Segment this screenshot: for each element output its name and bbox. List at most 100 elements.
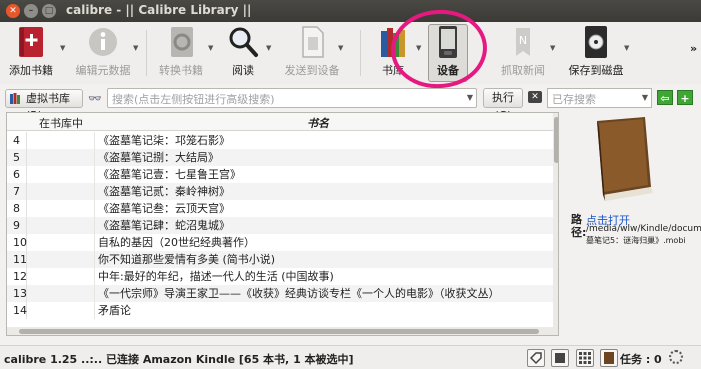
- maximize-window-button[interactable]: □: [42, 4, 56, 18]
- in-library-cell: [27, 251, 95, 268]
- in-library-cell: [27, 285, 95, 302]
- title-cell: 《盗墓笔记贰：秦岭神树》: [98, 185, 230, 198]
- row-number: 8: [7, 200, 27, 217]
- search-placeholder: 搜索(点击左侧按钮进行高级搜索): [112, 93, 275, 106]
- add-books-dropdown-icon[interactable]: ▼: [60, 44, 65, 52]
- title-bar: ✕ – □ calibre - || Calibre Library ||: [0, 0, 701, 22]
- clear-search-icon[interactable]: ✕: [528, 91, 542, 103]
- search-history-dropdown-icon[interactable]: ▼: [467, 93, 473, 102]
- table-row[interactable]: 12 中年:最好的年纪，描述一代人的生活 (中国故事): [7, 268, 553, 285]
- edit-metadata-label: 编辑元数据: [75, 64, 131, 77]
- in-library-cell: [27, 132, 95, 149]
- title-cell: 中年:最好的年纪，描述一代人的生活 (中国故事): [98, 270, 334, 283]
- in-library-cell: [27, 149, 95, 166]
- row-number: 4: [7, 132, 27, 149]
- save-to-disk-label: 保存到磁盘: [568, 64, 624, 77]
- table-row[interactable]: 14 矛盾论: [7, 302, 553, 319]
- horizontal-scrollbar[interactable]: [7, 327, 553, 335]
- jobs-count[interactable]: 任务 : 0: [620, 351, 662, 367]
- saved-searches-select[interactable]: 已存搜索 ▼: [547, 88, 652, 108]
- toolbar-overflow-button[interactable]: »: [690, 42, 697, 55]
- convert-books-button[interactable]: 转换书籍 ▼: [152, 22, 213, 84]
- view-dropdown-icon[interactable]: ▼: [266, 44, 271, 52]
- book-details-panel: 路 径: 点击打开 /media/wlw/Kindle/documer 墓笔记5…: [565, 112, 701, 336]
- table-row[interactable]: 13 《一代宗师》导演王家卫——《收获》经典访谈专栏《一个人的电影》（收获文丛）: [7, 285, 553, 302]
- apply-saved-search-icon[interactable]: ⇦: [657, 90, 673, 105]
- book-details-toggle-icon[interactable]: [551, 349, 569, 367]
- vertical-scroll-thumb[interactable]: [554, 117, 558, 163]
- status-text: calibre 1.25 ..:.. 已连接 Amazon Kindle [65…: [4, 353, 354, 366]
- fetch-news-dropdown-icon[interactable]: ▼: [550, 44, 555, 52]
- column-header-title[interactable]: 书名: [307, 115, 329, 131]
- table-row[interactable]: 10 自私的基因（20世纪经典著作）: [7, 234, 553, 251]
- add-book-icon: [19, 27, 43, 57]
- in-library-cell: [27, 234, 95, 251]
- tag-browser-toggle-icon[interactable]: [527, 349, 545, 367]
- window-title: calibre - || Calibre Library ||: [66, 3, 252, 17]
- fetch-news-button[interactable]: N 抓取新闻 ▼: [500, 22, 555, 84]
- in-library-cell: [27, 302, 95, 319]
- convert-books-label: 转换书籍: [159, 64, 203, 77]
- search-input[interactable]: 搜索(点击左侧按钮进行高级搜索) ▼: [107, 88, 477, 108]
- save-to-disk-button[interactable]: 保存到磁盘 ▼: [566, 22, 629, 84]
- table-row[interactable]: 11 你不知道那些爱情有多美 (简书小说): [7, 251, 553, 268]
- title-cell: 《一代宗师》导演王家卫——《收获》经典访谈专栏《一个人的电影》（收获文丛）: [98, 287, 500, 300]
- title-cell: 自私的基因（20世纪经典著作）: [98, 236, 255, 249]
- news-icon: N: [516, 28, 530, 56]
- magnifier-icon: [229, 27, 258, 57]
- path-label: 路 径:: [571, 213, 587, 239]
- path-value: /media/wlw/Kindle/documer: [586, 224, 701, 234]
- convert-books-dropdown-icon[interactable]: ▼: [208, 44, 213, 52]
- saved-searches-dropdown-icon[interactable]: ▼: [642, 93, 648, 102]
- toolbar-separator: [146, 30, 147, 76]
- in-library-cell: [27, 183, 95, 200]
- status-bar: calibre 1.25 ..:.. 已连接 Amazon Kindle [65…: [0, 345, 701, 369]
- table-row[interactable]: 7 《盗墓笔记贰：秦岭神树》: [7, 183, 553, 200]
- close-window-button[interactable]: ✕: [6, 4, 20, 18]
- info-icon: [89, 28, 117, 56]
- book-cover-image: [597, 117, 653, 201]
- edit-metadata-button[interactable]: 编辑元数据 ▼: [74, 22, 138, 84]
- edit-metadata-dropdown-icon[interactable]: ▼: [133, 44, 138, 52]
- title-cell: 《盗墓笔记捌：大结局》: [98, 151, 219, 164]
- row-number: 12: [7, 268, 27, 285]
- add-books-label: 添加书籍: [9, 64, 53, 77]
- table-row[interactable]: 9 《盗墓笔记肆：蛇沼鬼城》: [7, 217, 553, 234]
- save-to-disk-dropdown-icon[interactable]: ▼: [624, 44, 629, 52]
- file-name-value: 墓笔记5：谜海归巢》.mobi: [586, 236, 686, 245]
- toolbar-separator: [360, 30, 361, 76]
- advanced-search-icon[interactable]: 👓: [88, 92, 102, 105]
- send-document-icon: [302, 26, 324, 58]
- title-cell: 《盗墓笔记叁：云顶天宫》: [98, 202, 230, 215]
- in-library-cell: [27, 200, 95, 217]
- title-cell: 《盗墓笔记肆：蛇沼鬼城》: [98, 219, 230, 232]
- vertical-scrollbar[interactable]: [553, 113, 558, 335]
- send-to-device-button[interactable]: 发送到设备 ▼: [282, 22, 343, 84]
- search-bar: 虚拟书库(R) 👓 搜索(点击左侧按钮进行高级搜索) ▼ 执行(G) ✕ 已存搜…: [0, 85, 701, 122]
- row-number: 10: [7, 234, 27, 251]
- in-library-cell: [27, 268, 95, 285]
- cover-browser-toggle-icon[interactable]: [600, 349, 618, 367]
- execute-search-button[interactable]: 执行(G): [483, 88, 523, 122]
- row-number: 6: [7, 166, 27, 183]
- jobs-spinner-icon: [669, 350, 683, 364]
- cover-grid-toggle-icon[interactable]: [576, 349, 594, 367]
- table-row[interactable]: 4 《盗墓笔记柒：邛笼石影》: [7, 132, 553, 149]
- save-disk-icon: [585, 26, 607, 58]
- table-row[interactable]: 6 《盗墓笔记壹：七星鲁王宫》: [7, 166, 553, 183]
- virtual-library-button[interactable]: 虚拟书库(R): [5, 89, 83, 122]
- table-row[interactable]: 8 《盗墓笔记叁：云顶天宫》: [7, 200, 553, 217]
- convert-book-icon: [171, 27, 193, 57]
- title-cell: 《盗墓笔记壹：七星鲁王宫》: [98, 168, 241, 181]
- book-list-table: 在书库中 书名 4 《盗墓笔记柒：邛笼石影》 5 《盗墓笔记捌：大结局》 6 《盗墓笔记壹…: [6, 112, 559, 336]
- library-mini-icon: [10, 93, 20, 104]
- add-books-button[interactable]: 添加书籍 ▼: [2, 22, 65, 84]
- column-header-in-library[interactable]: 在书库中: [39, 115, 83, 131]
- horizontal-scroll-thumb[interactable]: [19, 329, 539, 334]
- table-row[interactable]: 5 《盗墓笔记捌：大结局》: [7, 149, 553, 166]
- send-to-device-label: 发送到设备: [284, 64, 340, 77]
- send-to-device-dropdown-icon[interactable]: ▼: [338, 44, 343, 52]
- view-button[interactable]: 阅读 ▼: [220, 22, 271, 84]
- minimize-window-button[interactable]: –: [24, 4, 38, 18]
- add-saved-search-icon[interactable]: +: [677, 90, 693, 105]
